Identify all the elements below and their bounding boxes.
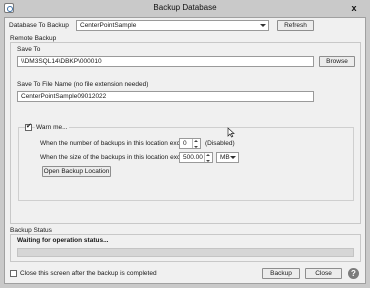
spinner-arrows-icon[interactable]: [204, 153, 212, 162]
backup-count-value: 0: [183, 140, 187, 147]
backup-count-label: When the number of backups in this locat…: [40, 140, 194, 147]
database-label: Database To Backup: [9, 22, 69, 29]
close-after-checkbox[interactable]: [10, 270, 17, 277]
backup-size-label: When the size of the backups in this loc…: [40, 154, 195, 161]
browse-button[interactable]: Browse: [319, 56, 355, 67]
backup-count-stepper[interactable]: 0: [179, 138, 201, 149]
warn-label: Warn me...: [35, 124, 69, 131]
backup-button[interactable]: Backup: [262, 268, 300, 279]
chevron-down-icon: [229, 154, 237, 161]
refresh-button[interactable]: Refresh: [277, 20, 314, 31]
file-name-field[interactable]: CenterPointSample09012022: [17, 91, 314, 102]
save-to-label: Save To: [17, 46, 41, 53]
backup-size-value: 500.00: [183, 154, 203, 161]
database-selected-value: CenterPointSample: [80, 22, 137, 29]
backup-count-note: (Disabled): [205, 140, 235, 147]
chevron-down-icon: [259, 22, 267, 29]
file-name-label: Save To File Name (no file extension nee…: [17, 81, 149, 88]
backup-size-stepper[interactable]: 500.00: [179, 152, 213, 163]
help-icon[interactable]: ?: [348, 268, 359, 279]
title-bar: Backup Database x: [0, 0, 370, 16]
database-select[interactable]: CenterPointSample: [76, 20, 269, 31]
size-unit-select[interactable]: MB: [216, 152, 239, 163]
window-title: Backup Database: [153, 3, 217, 12]
backup-status-group-label: Backup Status: [10, 227, 52, 234]
spinner-arrows-icon[interactable]: [192, 139, 200, 148]
checkmark-icon: ✔: [26, 123, 32, 130]
remote-backup-group-label: Remote Backup: [10, 35, 57, 42]
window-close-button[interactable]: x: [343, 2, 365, 14]
mouse-pointer-icon: [227, 127, 235, 138]
open-backup-location-button[interactable]: Open Backup Location: [42, 166, 111, 177]
save-to-field[interactable]: \\DM3SQL14\DBKP\000010: [17, 56, 314, 67]
backup-progress-bar: [17, 248, 354, 257]
warn-checkbox[interactable]: ✔: [25, 123, 32, 131]
close-button[interactable]: Close: [305, 268, 342, 279]
close-after-label: Close this screen after the backup is co…: [20, 270, 157, 277]
dialog-client-area: Database To Backup CenterPointSample Ref…: [4, 17, 366, 284]
status-text: Waiting for operation status...: [17, 237, 109, 244]
backup-database-window: Backup Database x Database To Backup Cen…: [0, 0, 370, 288]
